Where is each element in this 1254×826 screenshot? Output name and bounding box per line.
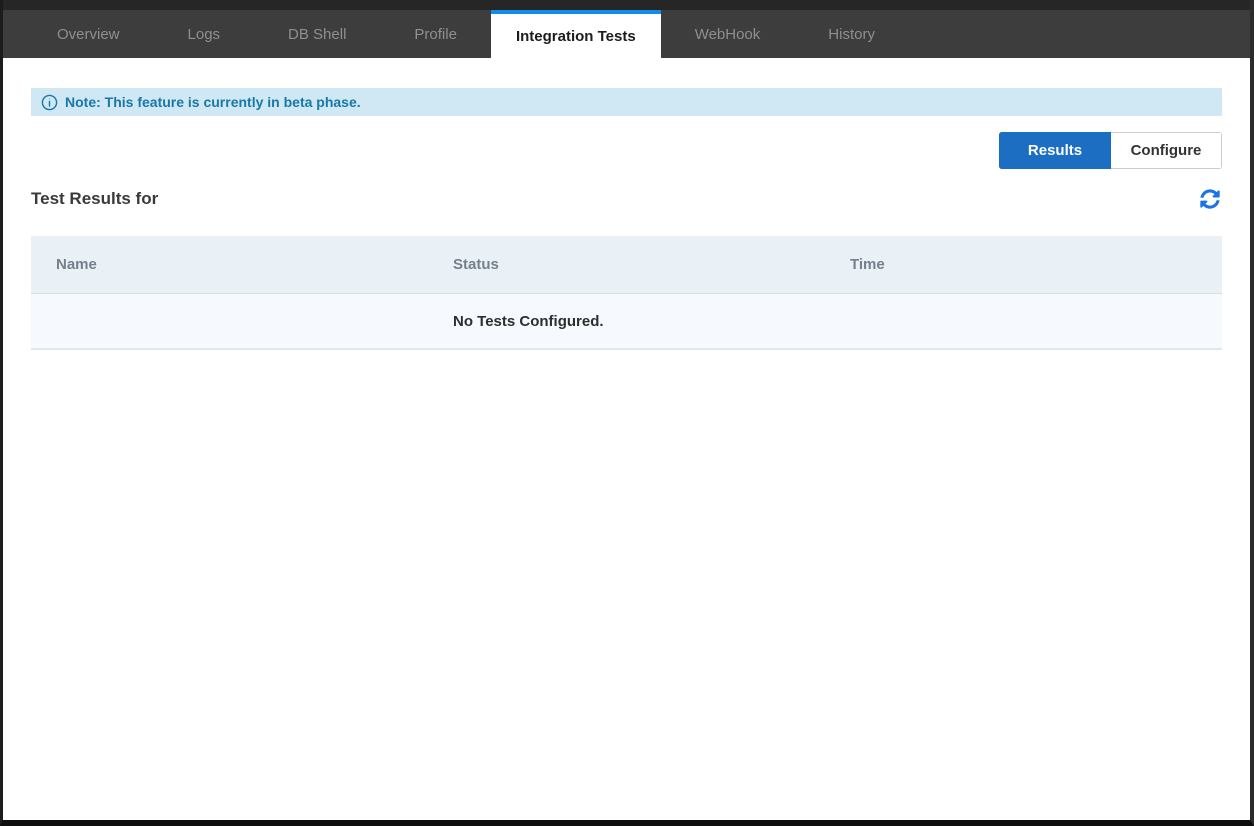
tab-label: Logs <box>188 26 221 43</box>
refresh-button[interactable] <box>1198 187 1222 211</box>
results-button[interactable]: Results <box>999 132 1111 169</box>
tab-logs[interactable]: Logs <box>154 10 255 58</box>
test-results-table: Name Status Time No Tests Configured. <box>31 236 1222 350</box>
empty-state-message: No Tests Configured. <box>428 313 825 330</box>
column-header-time: Time <box>825 256 1222 273</box>
tab-overview[interactable]: Overview <box>23 10 154 58</box>
tab-label: History <box>828 26 875 43</box>
tab-bar: Overview Logs DB Shell Profile Integrati… <box>3 10 1250 58</box>
configure-button[interactable]: Configure <box>1111 132 1222 169</box>
column-header-name: Name <box>31 256 428 273</box>
beta-note-banner: Note: This feature is currently in beta … <box>31 88 1222 116</box>
page-content: Note: This feature is currently in beta … <box>3 58 1250 820</box>
tab-label: Profile <box>414 26 457 43</box>
tab-profile[interactable]: Profile <box>380 10 491 58</box>
view-toggle-row: Results Configure <box>31 132 1222 169</box>
tab-label: Overview <box>57 26 120 43</box>
tab-label: DB Shell <box>288 26 346 43</box>
tab-webhook[interactable]: WebHook <box>661 10 795 58</box>
tab-db-shell[interactable]: DB Shell <box>254 10 380 58</box>
results-heading-row: Test Results for <box>31 184 1222 214</box>
table-header-row: Name Status Time <box>31 236 1222 294</box>
app-window: Overview Logs DB Shell Profile Integrati… <box>0 0 1254 826</box>
info-icon <box>41 94 58 111</box>
tab-label: WebHook <box>695 26 761 43</box>
view-toggle-group: Results Configure <box>999 132 1222 169</box>
beta-note-text: Note: This feature is currently in beta … <box>65 94 361 110</box>
window-top-strip <box>3 0 1250 10</box>
refresh-icon <box>1200 189 1220 209</box>
tab-integration-tests[interactable]: Integration Tests <box>491 10 661 58</box>
column-header-status: Status <box>428 256 825 273</box>
page-title: Test Results for <box>31 189 158 209</box>
tab-history[interactable]: History <box>794 10 909 58</box>
tab-label: Integration Tests <box>516 28 636 45</box>
table-empty-row: No Tests Configured. <box>31 294 1222 350</box>
